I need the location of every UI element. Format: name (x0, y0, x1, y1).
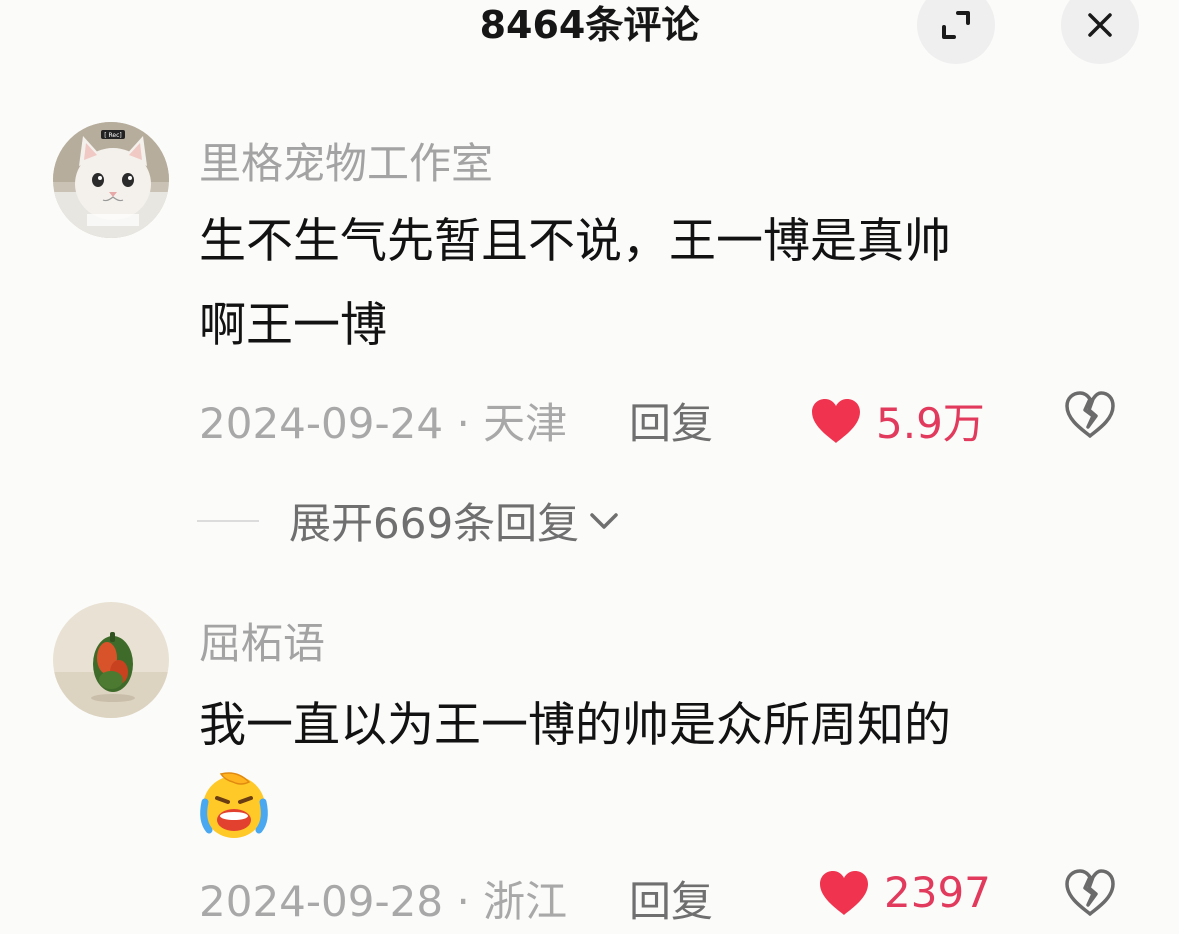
like-button[interactable]: 5.9万 (810, 390, 985, 451)
comment-text: 我一直以为王一博的帅是众所周知的 (199, 684, 1099, 768)
broken-heart-icon[interactable] (1064, 868, 1116, 918)
like-count: 5.9万 (876, 399, 985, 448)
heart-icon (812, 398, 860, 443)
meta-separator: · (443, 877, 484, 926)
laughing-crying-emoji (200, 772, 268, 838)
comment-text-line: 啊王一博 (199, 298, 387, 353)
heart-icon (820, 870, 868, 915)
like-button[interactable]: 2397 (818, 868, 991, 917)
avatar[interactable]: [ Rec] (53, 122, 169, 238)
broken-heart-icon[interactable] (1064, 390, 1116, 440)
comment-date: 2024-09-24 (199, 399, 444, 448)
divider-line (197, 519, 259, 522)
avatar-badge: [ Rec] (104, 132, 121, 139)
like-count: 2397 (884, 868, 991, 917)
comment-location: 天津 (483, 399, 568, 448)
close-button[interactable] (1061, 0, 1139, 64)
comment-username[interactable]: 屈柘语 (199, 610, 325, 671)
expand-button[interactable] (917, 0, 995, 64)
comments-panel: 8464条评论 [Rec] 里格宠物工作室 生不生气先暂且不说，王一博是真帅 … (0, 0, 1179, 934)
comment-date: 2024-09-28 (199, 877, 444, 926)
comment-meta: 2024-09-24 · 天津 (199, 390, 567, 451)
comments-count-title: 8464条评论 (479, 3, 700, 47)
reply-button[interactable]: 回复 (629, 390, 713, 451)
comment-text: 生不生气先暂且不说，王一博是真帅 啊王一博 (199, 200, 1099, 368)
comment-meta: 2024-09-28 · 浙江 (199, 868, 567, 929)
comment-text-line: 我一直以为王一博的帅是众所周知的 (199, 698, 951, 753)
comment-username[interactable]: 里格宠物工作室 (199, 130, 493, 191)
comment-location: 浙江 (483, 877, 568, 926)
meta-separator: · (443, 399, 484, 448)
close-icon (1088, 13, 1112, 37)
expand-icon (942, 11, 970, 39)
chevron-down-icon (590, 512, 618, 529)
comment-text-line: 生不生气先暂且不说，王一博是真帅 (199, 214, 951, 269)
expand-replies-label: 展开669条回复 (289, 499, 580, 548)
reply-button[interactable]: 回复 (629, 868, 713, 929)
avatar[interactable] (53, 602, 169, 718)
expand-replies-link[interactable]: 展开669条回复 (197, 490, 623, 551)
